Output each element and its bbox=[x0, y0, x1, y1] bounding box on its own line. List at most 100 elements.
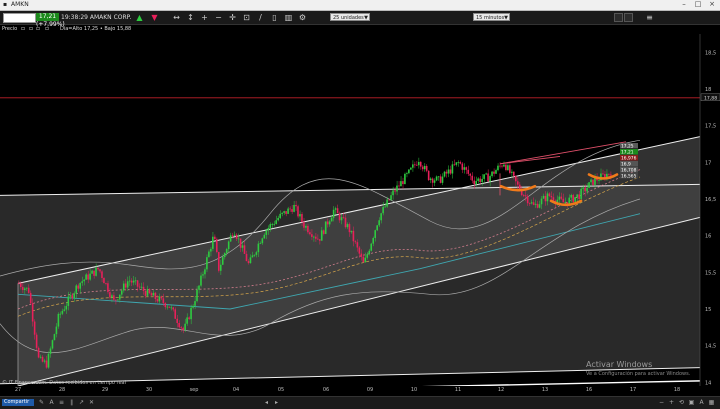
share-button[interactable]: Compartir bbox=[2, 399, 34, 406]
draw-line-icon[interactable]: / bbox=[256, 13, 265, 22]
candle-body bbox=[451, 164, 454, 174]
chart-canvas[interactable]: 18,51817,51716,51615,51514,51417,8817,25… bbox=[0, 34, 720, 397]
candle-body bbox=[414, 164, 416, 166]
candle-body bbox=[471, 175, 474, 181]
candle-body bbox=[130, 280, 133, 283]
panel-menu-icon[interactable]: ≡ bbox=[645, 13, 654, 22]
candle-body bbox=[358, 247, 361, 254]
candle-body bbox=[320, 230, 323, 241]
candle-body bbox=[93, 270, 95, 276]
grid-toggle-icon[interactable]: ▦ bbox=[708, 399, 715, 406]
candle-body bbox=[562, 198, 565, 203]
candle-body bbox=[412, 164, 414, 168]
candle-body bbox=[501, 165, 503, 167]
reset-zoom-icon[interactable]: ⟲ bbox=[678, 399, 685, 406]
candle-body bbox=[120, 290, 123, 295]
candle-body bbox=[144, 290, 147, 296]
time-tick-label: 29 bbox=[101, 387, 109, 393]
candle-body bbox=[469, 173, 472, 176]
scroll-left-icon[interactable]: ◂ bbox=[263, 399, 270, 406]
ticker-input[interactable] bbox=[3, 13, 36, 23]
buy-arrow-icon[interactable]: ▲ bbox=[135, 13, 144, 22]
candle-body bbox=[219, 264, 222, 271]
candle-body bbox=[25, 287, 28, 289]
ray-tool-icon[interactable]: ↗ bbox=[78, 399, 85, 406]
candle-body bbox=[362, 256, 365, 263]
zoom-out-icon[interactable]: − bbox=[214, 13, 223, 22]
zoom-minus-icon[interactable]: − bbox=[658, 399, 665, 406]
candle-body bbox=[507, 165, 509, 171]
candle-body bbox=[485, 173, 487, 175]
price-tick-label: 18 bbox=[705, 87, 711, 93]
time-tick-label: 27 bbox=[14, 387, 22, 393]
candle-body bbox=[356, 242, 359, 248]
interval-select[interactable]: 15 minutos ▼ bbox=[473, 13, 510, 21]
candle-body bbox=[245, 253, 248, 262]
candle-body bbox=[493, 171, 495, 174]
price-chart[interactable]: 18,5 18 17,5 17 16,5 16 15,5 15 14,5 14 17,88 17,25… bbox=[0, 34, 720, 397]
candle-body bbox=[352, 230, 355, 242]
candle-body bbox=[342, 217, 345, 218]
candle-body bbox=[85, 274, 87, 280]
delete-drawings-icon[interactable]: ✕ bbox=[88, 399, 95, 406]
channel-tool-icon[interactable]: ∥ bbox=[68, 399, 75, 406]
price-tick-label: 16 bbox=[705, 234, 711, 240]
price-tick-label: 14,5 bbox=[705, 344, 716, 350]
candle-body bbox=[267, 227, 270, 231]
sell-arrow-icon[interactable]: ▼ bbox=[150, 13, 159, 22]
candle-body bbox=[186, 317, 188, 324]
draw-tool-icon[interactable]: ✎ bbox=[38, 399, 45, 406]
minimize-button[interactable]: – bbox=[678, 0, 690, 9]
close-button[interactable]: × bbox=[706, 0, 718, 9]
layout-toggle-button[interactable] bbox=[614, 13, 623, 22]
vertical-arrows-icon[interactable]: ↕ bbox=[186, 13, 195, 22]
crosshair-icon[interactable]: ✛ bbox=[228, 13, 237, 22]
legend-toggle-icon[interactable]: ▫ bbox=[21, 25, 25, 32]
candle-body bbox=[516, 181, 519, 185]
candle-body bbox=[378, 220, 380, 226]
zoom-in-icon[interactable]: + bbox=[200, 13, 209, 22]
candle-body bbox=[182, 327, 184, 330]
candle-body bbox=[150, 293, 153, 296]
candles-icon[interactable]: ▯ bbox=[270, 13, 279, 22]
candle-body bbox=[390, 195, 392, 200]
maximize-button[interactable]: □ bbox=[692, 0, 704, 9]
settings-icon[interactable]: ⚙ bbox=[298, 13, 307, 22]
candle-body bbox=[293, 204, 295, 212]
candle-body bbox=[97, 267, 99, 270]
candle-body bbox=[188, 317, 190, 320]
candle-body bbox=[536, 203, 539, 208]
candle-body bbox=[283, 211, 285, 213]
zoom-plus-icon[interactable]: + bbox=[668, 399, 675, 406]
lower-channel bbox=[0, 184, 700, 384]
legend-settings-icon[interactable]: ▫ bbox=[29, 25, 33, 32]
horizontal-arrows-icon[interactable]: ↔ bbox=[172, 13, 181, 22]
candle-body bbox=[550, 196, 553, 198]
chart-type-icon[interactable]: ▥ bbox=[284, 13, 293, 22]
legend-close-icon[interactable]: ▫ bbox=[36, 25, 40, 32]
auto-scale-icon[interactable]: A bbox=[698, 399, 705, 406]
lock-icon[interactable]: ▣ bbox=[688, 399, 695, 406]
candle-body bbox=[138, 286, 141, 288]
units-select[interactable]: 25 unidades ▼ bbox=[330, 13, 370, 21]
scroll-right-icon[interactable]: ▸ bbox=[273, 399, 280, 406]
candle-body bbox=[279, 213, 281, 218]
candle-body bbox=[237, 238, 240, 240]
last-price-tag-label: 16,976 bbox=[621, 155, 637, 161]
candle-body bbox=[441, 176, 444, 183]
candle-body bbox=[495, 170, 497, 174]
candle-body bbox=[538, 204, 541, 208]
time-axis: 27 28 29 30 sep 04 05 06 09 10 11 12 13 16 17 18 bbox=[0, 386, 720, 395]
text-tool-icon[interactable]: A bbox=[48, 399, 55, 406]
candle-body bbox=[184, 323, 186, 330]
candle-body bbox=[558, 196, 561, 200]
fibonacci-tool-icon[interactable]: ≡ bbox=[58, 399, 65, 406]
candle-body bbox=[415, 164, 418, 166]
legend-eye-icon[interactable]: ▫ bbox=[45, 25, 49, 32]
candle-body bbox=[192, 305, 194, 308]
candle-body bbox=[124, 283, 127, 288]
app-logo-icon: ▪ bbox=[3, 1, 8, 8]
link-toggle-button[interactable] bbox=[624, 13, 633, 22]
candle-body bbox=[277, 217, 279, 221]
fit-screen-icon[interactable]: ⊡ bbox=[242, 13, 251, 22]
